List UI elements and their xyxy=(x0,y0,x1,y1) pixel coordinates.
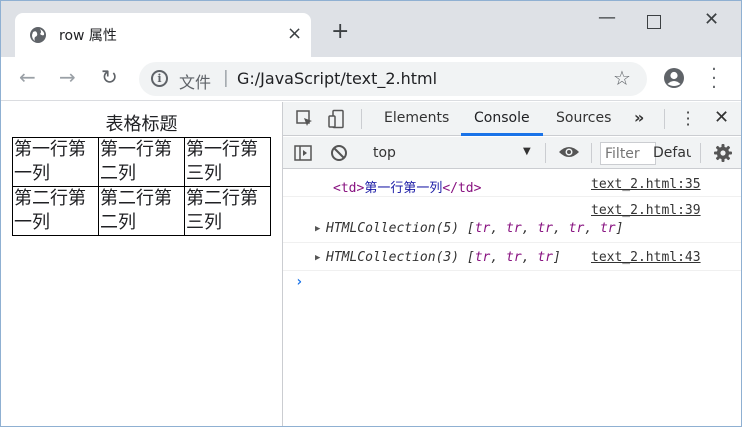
element-text: 第一行第一列 xyxy=(364,181,443,196)
collection-item: tr xyxy=(537,250,553,265)
table-caption: 表格标题 xyxy=(105,114,178,135)
collection-prefix: HTMLCollection(3) [ xyxy=(326,250,475,265)
globe-icon xyxy=(30,27,46,43)
browser-toolbar: ← → ↻ i 文件 | G:/JavaScript/text_2.html ☆… xyxy=(1,57,741,101)
table-cell: 第一行第三列 xyxy=(184,137,271,187)
page-viewport: 表格标题 第一行第一列 第一行第二列 第一行第三列 第二行第一列 第二行第二列 … xyxy=(1,102,282,426)
collection-item: tr xyxy=(537,221,553,236)
table-row: 第二行第一列 第二行第二列 第二行第三列 xyxy=(12,186,271,236)
profile-avatar-icon[interactable] xyxy=(663,67,685,89)
collection-item: tr xyxy=(506,221,522,236)
collection-item: tr xyxy=(474,221,491,236)
tab-sources[interactable]: Sources xyxy=(556,110,611,126)
address-bar[interactable]: i 文件 | G:/JavaScript/text_2.html ☆ xyxy=(139,62,647,96)
devtools-menu-icon[interactable]: · · · xyxy=(685,105,691,133)
data-table: 表格标题 第一行第一列 第一行第二列 第一行第三列 第二行第一列 第二行第二列 … xyxy=(12,113,271,236)
context-selector-value: top xyxy=(373,145,396,161)
collection-suffix: ] xyxy=(615,221,624,236)
source-link[interactable]: text_2.html:43 xyxy=(591,250,701,265)
console-message: ▶ HTMLCollection(3) [tr, tr, tr] text_2.… xyxy=(283,243,741,271)
collection-item: tr xyxy=(474,250,491,265)
tab-title: row 属性 xyxy=(59,28,117,44)
devtools-separator xyxy=(700,143,701,163)
devtools-separator xyxy=(361,109,362,129)
table-cell: 第二行第三列 xyxy=(184,186,271,236)
address-separator: | xyxy=(223,68,229,88)
eye-icon[interactable] xyxy=(558,145,580,159)
gear-icon[interactable] xyxy=(713,143,733,163)
devtools-separator xyxy=(591,143,592,163)
more-tabs-icon[interactable]: » xyxy=(634,108,644,127)
minimize-icon[interactable]: — xyxy=(598,7,616,28)
console-element-log: <td>第一行第一列</td> xyxy=(333,177,481,196)
tab-close-icon[interactable]: × xyxy=(287,25,302,43)
table-cell: 第二行第一列 xyxy=(12,186,99,236)
new-tab-icon[interactable]: + xyxy=(331,21,349,43)
maximize-icon[interactable] xyxy=(647,15,661,29)
collection-item: tr xyxy=(506,250,522,265)
collection-prefix: HTMLCollection(5) [ xyxy=(326,221,475,236)
show-sidebar-icon[interactable] xyxy=(293,143,313,163)
tab-console[interactable]: Console xyxy=(474,110,530,126)
console-prompt[interactable]: › xyxy=(295,274,303,290)
table-cell: 第二行第二列 xyxy=(98,186,185,236)
back-arrow-icon[interactable]: ← xyxy=(19,67,36,87)
address-url[interactable]: G:/JavaScript/text_2.html xyxy=(237,69,437,88)
devtools-panel: Elements Console Sources » ··· ✕ top ▼ xyxy=(282,102,741,426)
console-filter-input[interactable] xyxy=(600,142,656,165)
open-tag[interactable]: <td> xyxy=(333,181,364,196)
forward-arrow-icon[interactable]: → xyxy=(59,67,76,87)
browser-window: row 属性 × + — ✕ ← → ↻ i 文件 | G:/JavaScrip… xyxy=(0,0,742,427)
browser-tab[interactable]: row 属性 × xyxy=(15,13,311,57)
bookmark-star-icon[interactable]: ☆ xyxy=(613,66,631,90)
close-tag[interactable]: </td> xyxy=(442,181,481,196)
context-selector[interactable]: top ▼ xyxy=(363,139,539,166)
devtools-separator xyxy=(545,143,546,163)
devtools-close-icon[interactable]: ✕ xyxy=(714,107,729,128)
reload-icon[interactable]: ↻ xyxy=(101,67,118,87)
log-level-select[interactable]: Default levels xyxy=(653,145,691,161)
table-cell: 第一行第二列 xyxy=(98,137,185,187)
collection-item: tr xyxy=(568,221,585,236)
browser-menu-icon[interactable]: · · · xyxy=(709,61,719,97)
table-row: 第一行第一列 第一行第二列 第一行第三列 xyxy=(12,137,271,187)
collection-summary[interactable]: HTMLCollection(5) [tr, tr, tr, tr, tr] xyxy=(326,221,623,236)
chevron-down-icon: ▼ xyxy=(523,146,531,157)
info-icon[interactable]: i xyxy=(151,70,168,87)
inspect-element-icon[interactable] xyxy=(295,109,315,129)
console-toolbar: top ▼ Default levels xyxy=(283,137,741,169)
devtools-separator xyxy=(664,109,665,129)
clear-console-icon[interactable] xyxy=(329,143,349,163)
expand-triangle-icon[interactable]: ▶ xyxy=(315,253,320,263)
collection-suffix: ] xyxy=(553,250,561,265)
collection-summary[interactable]: HTMLCollection(3) [tr, tr, tr] xyxy=(326,250,561,265)
console-message: text_2.html:39 ▶ HTMLCollection(5) [tr, … xyxy=(283,197,741,243)
tab-elements[interactable]: Elements xyxy=(384,110,449,126)
device-toolbar-icon[interactable] xyxy=(327,109,347,129)
console-message: <td>第一行第一列</td> text_2.html:35 xyxy=(283,170,741,197)
devtools-tab-bar: Elements Console Sources » · · · ✕ xyxy=(283,102,741,136)
collection-item: tr xyxy=(599,221,616,236)
source-link[interactable]: text_2.html:35 xyxy=(591,177,701,192)
expand-triangle-icon[interactable]: ▶ xyxy=(315,224,320,234)
active-tab-indicator xyxy=(461,133,543,136)
window-close-icon[interactable]: ✕ xyxy=(704,9,719,30)
source-link[interactable]: text_2.html:39 xyxy=(591,203,701,218)
table-cell: 第一行第一列 xyxy=(12,137,99,187)
console-output: <td>第一行第一列</td> text_2.html:35 text_2.ht… xyxy=(283,170,741,426)
address-scheme-label: 文件 xyxy=(179,73,212,92)
tab-strip: row 属性 × + — ✕ xyxy=(1,1,741,57)
